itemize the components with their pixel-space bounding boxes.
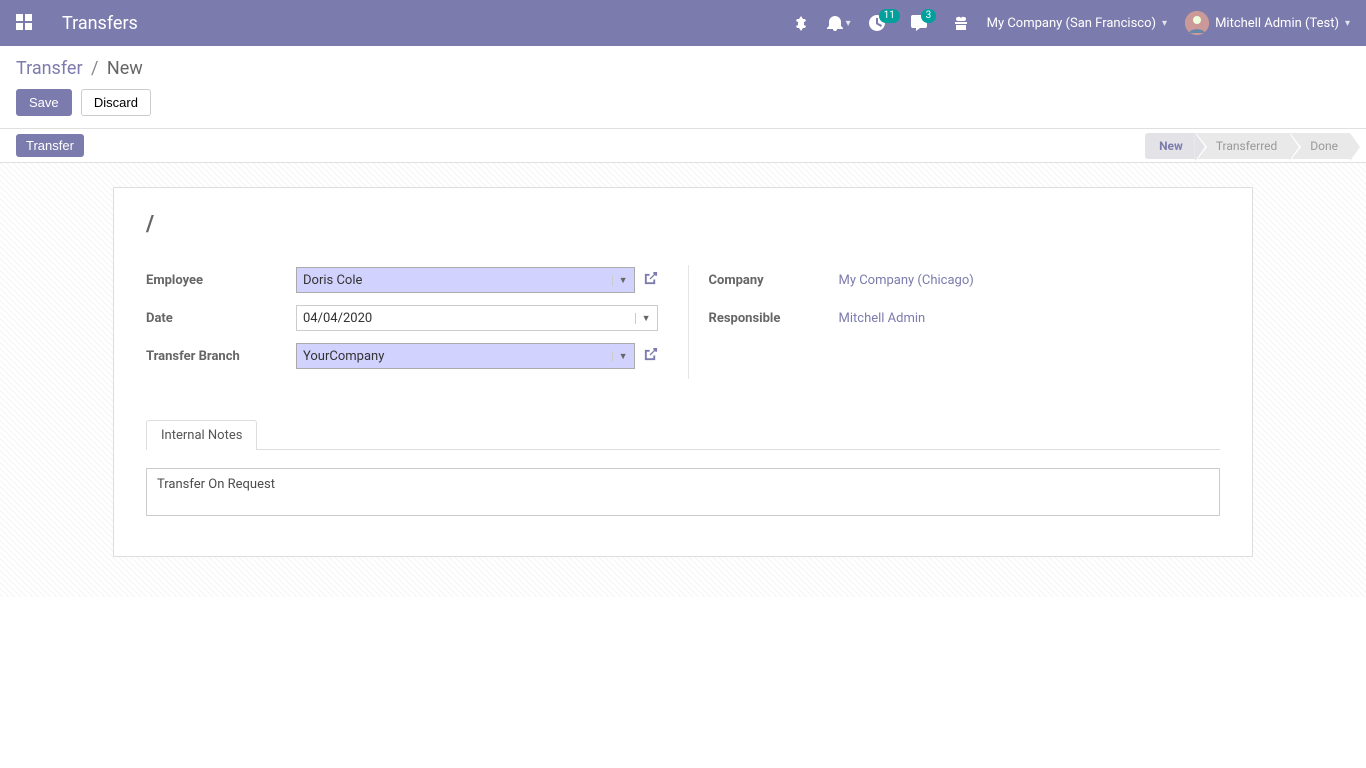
form-left-column: Employee Doris Cole ▼ Date	[146, 265, 658, 379]
caret-icon: ▾	[846, 18, 851, 29]
record-title: /	[146, 212, 1220, 237]
messages-badge: 3	[921, 9, 937, 23]
employee-label: Employee	[146, 273, 296, 288]
tab-internal-notes[interactable]: Internal Notes	[146, 420, 257, 450]
branch-external-link[interactable]	[643, 347, 658, 366]
statusbar-steps: New Transferred Done	[1146, 133, 1350, 159]
tabs: Internal Notes	[146, 419, 1220, 450]
form-background: / Employee Doris Cole ▼	[0, 163, 1366, 597]
breadcrumb-root[interactable]: Transfer	[16, 58, 83, 79]
transfer-button[interactable]: Transfer	[16, 134, 84, 157]
company-link[interactable]: My Company (Chicago)	[839, 273, 974, 288]
messages-icon[interactable]: 3	[911, 15, 935, 31]
employee-select[interactable]: Doris Cole ▼	[296, 267, 635, 293]
dropdown-icon: ▼	[612, 351, 628, 362]
employee-value: Doris Cole	[303, 273, 362, 288]
systray: ▾ 11 3 My Company (San Francisco) ▾ Mitc…	[793, 11, 1350, 35]
company-name: My Company (San Francisco)	[987, 16, 1156, 31]
date-input[interactable]: 04/04/2020 ▼	[296, 305, 658, 331]
date-value: 04/04/2020	[303, 311, 372, 326]
control-panel: Transfer / New Save Discard	[0, 46, 1366, 129]
app-title: Transfers	[62, 13, 138, 34]
tab-content: Transfer On Request	[146, 468, 1220, 516]
branch-label: Transfer Branch	[146, 349, 296, 364]
company-switcher[interactable]: My Company (San Francisco) ▾	[987, 16, 1167, 31]
user-name: Mitchell Admin (Test)	[1215, 16, 1339, 31]
employee-external-link[interactable]	[643, 271, 658, 290]
discard-button[interactable]: Discard	[81, 89, 151, 116]
date-label: Date	[146, 311, 296, 326]
internal-notes-value: Transfer On Request	[157, 477, 275, 492]
activity-badge: 11	[879, 9, 900, 23]
activity-icon[interactable]: 11	[869, 15, 893, 31]
save-button[interactable]: Save	[16, 89, 72, 116]
gift-icon[interactable]	[953, 15, 969, 31]
bell-icon[interactable]: ▾	[827, 15, 851, 31]
status-bar: Transfer New Transferred Done	[0, 129, 1366, 163]
internal-notes-textarea[interactable]: Transfer On Request	[146, 468, 1220, 516]
status-step-new[interactable]: New	[1145, 133, 1195, 159]
breadcrumb-sep: /	[91, 58, 98, 79]
caret-icon: ▾	[1162, 18, 1167, 29]
dropdown-icon: ▼	[635, 313, 651, 324]
status-step-transferred[interactable]: Transferred	[1194, 133, 1289, 159]
transfer-branch-select[interactable]: YourCompany ▼	[296, 343, 635, 369]
apps-icon[interactable]	[16, 14, 34, 32]
responsible-link[interactable]: Mitchell Admin	[839, 311, 926, 326]
caret-icon: ▾	[1345, 18, 1350, 29]
branch-value: YourCompany	[303, 349, 384, 364]
breadcrumb-current: New	[107, 58, 143, 79]
bug-icon[interactable]	[793, 15, 809, 31]
breadcrumb: Transfer / New	[16, 58, 1350, 79]
form-sheet: / Employee Doris Cole ▼	[113, 187, 1253, 557]
company-label: Company	[709, 273, 839, 288]
form-right-column: Company My Company (Chicago) Responsible…	[688, 265, 1221, 379]
top-navbar: Transfers ▾ 11 3 My Company (San Francis…	[0, 0, 1366, 46]
responsible-label: Responsible	[709, 311, 839, 326]
dropdown-icon: ▼	[612, 275, 628, 286]
user-menu[interactable]: Mitchell Admin (Test) ▾	[1185, 11, 1350, 35]
avatar	[1185, 11, 1209, 35]
